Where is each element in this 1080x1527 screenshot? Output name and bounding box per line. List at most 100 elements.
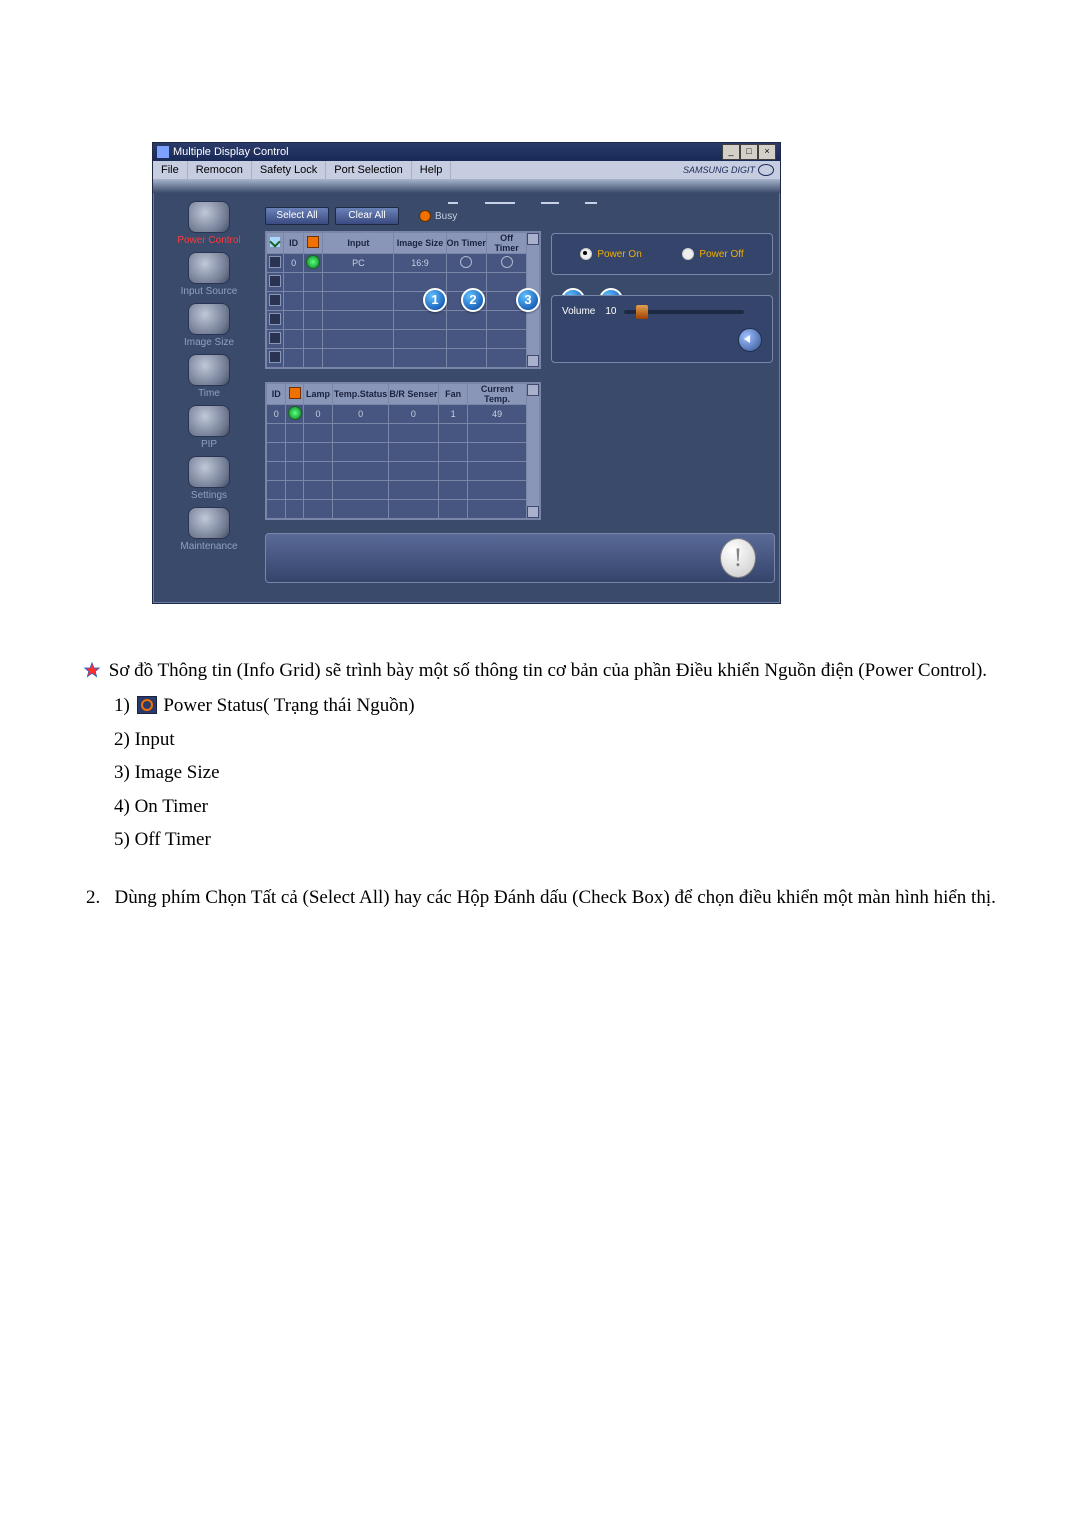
- scroll-up-icon[interactable]: [527, 233, 539, 245]
- sidebar-item-input-source[interactable]: Input Source: [161, 252, 257, 297]
- menu-help[interactable]: Help: [412, 161, 452, 179]
- row-checkbox[interactable]: [269, 275, 281, 287]
- minimize-button[interactable]: _: [722, 144, 740, 160]
- col-id: ID: [267, 384, 286, 405]
- power-status-icon: [288, 406, 302, 420]
- power-status-icon: [306, 255, 320, 269]
- scroll-down-icon[interactable]: [527, 506, 539, 518]
- time-icon: [188, 354, 230, 386]
- busy-indicator-dot: [419, 210, 431, 222]
- title-bar: Multiple Display Control _ □ ×: [153, 143, 780, 161]
- col-fan: Fan: [438, 384, 468, 405]
- table-row[interactable]: [267, 462, 540, 481]
- power-control-icon: [188, 201, 230, 233]
- sidebar-item-image-size[interactable]: Image Size: [161, 303, 257, 348]
- table-row[interactable]: [267, 443, 540, 462]
- list-item: 3) Image Size: [114, 758, 1004, 787]
- volume-value: 10: [605, 306, 616, 317]
- col-input: Input: [323, 233, 394, 254]
- row-checkbox[interactable]: [269, 294, 281, 306]
- sidebar-item-pip[interactable]: PIP: [161, 405, 257, 450]
- table-row[interactable]: [267, 481, 540, 500]
- menu-safety-lock[interactable]: Safety Lock: [252, 161, 326, 179]
- table-row[interactable]: [267, 330, 540, 349]
- sidebar-item-power-control[interactable]: Power Control: [161, 201, 257, 246]
- busy-label: Busy: [435, 211, 457, 222]
- volume-thumb[interactable]: [636, 305, 648, 319]
- sec2-text: Dùng phím Chọn Tất cả (Select All) hay c…: [115, 887, 996, 908]
- col-br-senser: B/R Senser: [388, 384, 438, 405]
- status-bar: !: [265, 533, 775, 583]
- maximize-button[interactable]: □: [740, 144, 758, 160]
- app-window: Multiple Display Control _ □ × File Remo…: [152, 142, 781, 604]
- menu-port-selection[interactable]: Port Selection: [326, 161, 411, 179]
- menu-file[interactable]: File: [153, 161, 188, 179]
- brand-label: SAMSUNG DIGIT: [683, 161, 780, 179]
- list-item: 2) Input: [114, 725, 1004, 754]
- sidebar-item-maintenance[interactable]: Maintenance: [161, 507, 257, 552]
- row-checkbox[interactable]: [269, 256, 281, 268]
- col-power-icon: [289, 387, 301, 399]
- table-row[interactable]: [267, 292, 540, 311]
- callout-3: 3: [516, 288, 540, 312]
- window-title: Multiple Display Control: [173, 146, 289, 158]
- header-checkbox[interactable]: [269, 236, 281, 248]
- table-row[interactable]: 0 0 0 0 1 49: [267, 405, 540, 424]
- clear-all-button[interactable]: Clear All: [335, 207, 399, 225]
- volume-label: Volume: [562, 306, 595, 317]
- list-item: 4) On Timer: [114, 792, 1004, 821]
- table-row[interactable]: [267, 500, 540, 519]
- pip-icon: [188, 405, 230, 437]
- settings-icon: [188, 456, 230, 488]
- volume-slider[interactable]: [624, 310, 744, 314]
- speaker-icon[interactable]: [738, 328, 762, 352]
- power-off-radio[interactable]: Power Off: [682, 248, 743, 260]
- sidebar-item-settings[interactable]: Settings: [161, 456, 257, 501]
- col-temp-status: Temp.Status: [333, 384, 388, 405]
- sidebar: Power Control Input Source Image Size Ti…: [161, 201, 257, 558]
- off-timer-icon: [501, 256, 513, 268]
- select-all-button[interactable]: Select All: [265, 207, 329, 225]
- alert-icon: !: [720, 538, 756, 578]
- col-off-timer: Off Timer: [486, 233, 526, 254]
- callout-2: 2: [461, 288, 485, 312]
- app-icon: [157, 146, 169, 158]
- sidebar-item-time[interactable]: Time: [161, 354, 257, 399]
- on-timer-icon: [460, 256, 472, 268]
- sec2-num: 2.: [86, 887, 100, 908]
- volume-panel: Volume 10: [551, 295, 773, 363]
- table-row[interactable]: [267, 424, 540, 443]
- info-grid-top: ID Input Image Size On Timer Off Timer 0…: [265, 231, 541, 369]
- list-item: 5) Off Timer: [114, 825, 1004, 854]
- callout-1: 1: [423, 288, 447, 312]
- menu-remocon[interactable]: Remocon: [188, 161, 252, 179]
- document-text: Sơ đồ Thông tin (Info Grid) sẽ trình bày…: [84, 656, 1004, 912]
- menu-bar: File Remocon Safety Lock Port Selection …: [153, 161, 780, 179]
- col-current-temp: Current Temp.: [468, 384, 526, 405]
- power-on-radio[interactable]: Power On: [580, 248, 641, 260]
- scroll-up-icon[interactable]: [527, 384, 539, 396]
- col-lamp: Lamp: [303, 384, 333, 405]
- power-status-inline-icon: [137, 696, 157, 714]
- close-button[interactable]: ×: [758, 144, 776, 160]
- table-row[interactable]: [267, 349, 540, 368]
- star-icon: [84, 662, 100, 678]
- image-size-icon: [188, 303, 230, 335]
- lead-text: Sơ đồ Thông tin (Info Grid) sẽ trình bày…: [109, 660, 987, 681]
- list-item: 1) Power Status( Trạng thái Nguồn): [114, 691, 1004, 720]
- radio-dot-icon: [580, 248, 592, 260]
- table-row[interactable]: [267, 311, 540, 330]
- table-row[interactable]: [267, 273, 540, 292]
- radio-dot-icon: [682, 248, 694, 260]
- row-checkbox[interactable]: [269, 351, 281, 363]
- col-id: ID: [283, 233, 304, 254]
- input-source-icon: [188, 252, 230, 284]
- scroll-down-icon[interactable]: [527, 355, 539, 367]
- maintenance-icon: [188, 507, 230, 539]
- power-toggle-panel: Power On Power Off: [551, 233, 773, 275]
- info-grid-bottom: ID Lamp Temp.Status B/R Senser Fan Curre…: [265, 382, 541, 520]
- row-checkbox[interactable]: [269, 313, 281, 325]
- table-row[interactable]: 0 PC 16:9: [267, 254, 540, 273]
- row-checkbox[interactable]: [269, 332, 281, 344]
- col-image-size: Image Size: [394, 233, 446, 254]
